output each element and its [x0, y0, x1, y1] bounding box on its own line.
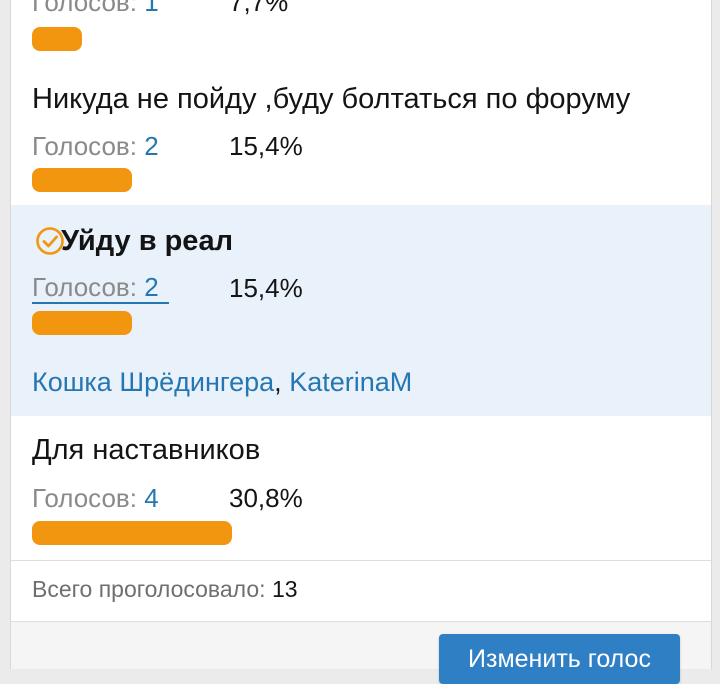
votes-label: Голосов: [32, 272, 137, 302]
option-bar [32, 521, 232, 545]
votes-label: Голосов: [32, 0, 137, 17]
option-bar [32, 168, 132, 192]
voter-link[interactable]: Кошка Шрёдингера [32, 367, 274, 397]
divider [11, 560, 711, 561]
votes-count-link[interactable]: 2 [144, 131, 158, 161]
total-label: Всего проголосовало: [32, 576, 266, 602]
option-bar [32, 27, 82, 51]
option-votes: Голосов: 2 [32, 130, 159, 162]
voter-link[interactable]: KaterinaM [289, 367, 412, 397]
poll-option: Голосов: 1 7,7% [11, 0, 711, 60]
votes-label: Голосов: [32, 131, 137, 161]
option-votes[interactable]: Голосов: 2 [32, 272, 169, 304]
option-percent: 30,8% [229, 483, 303, 513]
total-votes: Всего проголосовало: 13 [32, 574, 298, 604]
option-title: Уйду в реал [61, 225, 233, 257]
option-percent: 7,7% [229, 0, 289, 17]
votes-count-link[interactable]: 1 [144, 0, 158, 17]
total-count: 13 [271, 576, 298, 602]
option-votes: Голосов: 4 [32, 482, 159, 514]
option-percent: 15,4% [229, 273, 303, 303]
votes-label: Голосов: [32, 483, 137, 513]
option-title: Для наставников [32, 434, 261, 466]
change-vote-button[interactable]: Изменить голос [439, 634, 680, 684]
option-percent: 15,4% [229, 131, 303, 161]
option-votes: Голосов: 1 [32, 0, 159, 18]
poll-card: Голосов: 1 7,7% Никуда не пойду ,буду бо… [10, 0, 712, 669]
poll-option: Для наставников Голосов: 4 30,8% [11, 416, 711, 560]
votes-count-link[interactable]: 2 [144, 272, 158, 302]
option-bar [32, 311, 132, 335]
votes-count-link[interactable]: 4 [144, 483, 158, 513]
voter-separator: , [274, 367, 282, 397]
voters-list: Кошка Шрёдингера, KaterinaM [32, 365, 412, 399]
poll-option-selected: Уйду в реал Голосов: 2 15,4% Кошка Шрёди… [11, 205, 711, 416]
option-title: Никуда не пойду ,буду болтаться по форум… [32, 83, 631, 115]
poll-option: Никуда не пойду ,буду болтаться по форум… [11, 60, 711, 205]
